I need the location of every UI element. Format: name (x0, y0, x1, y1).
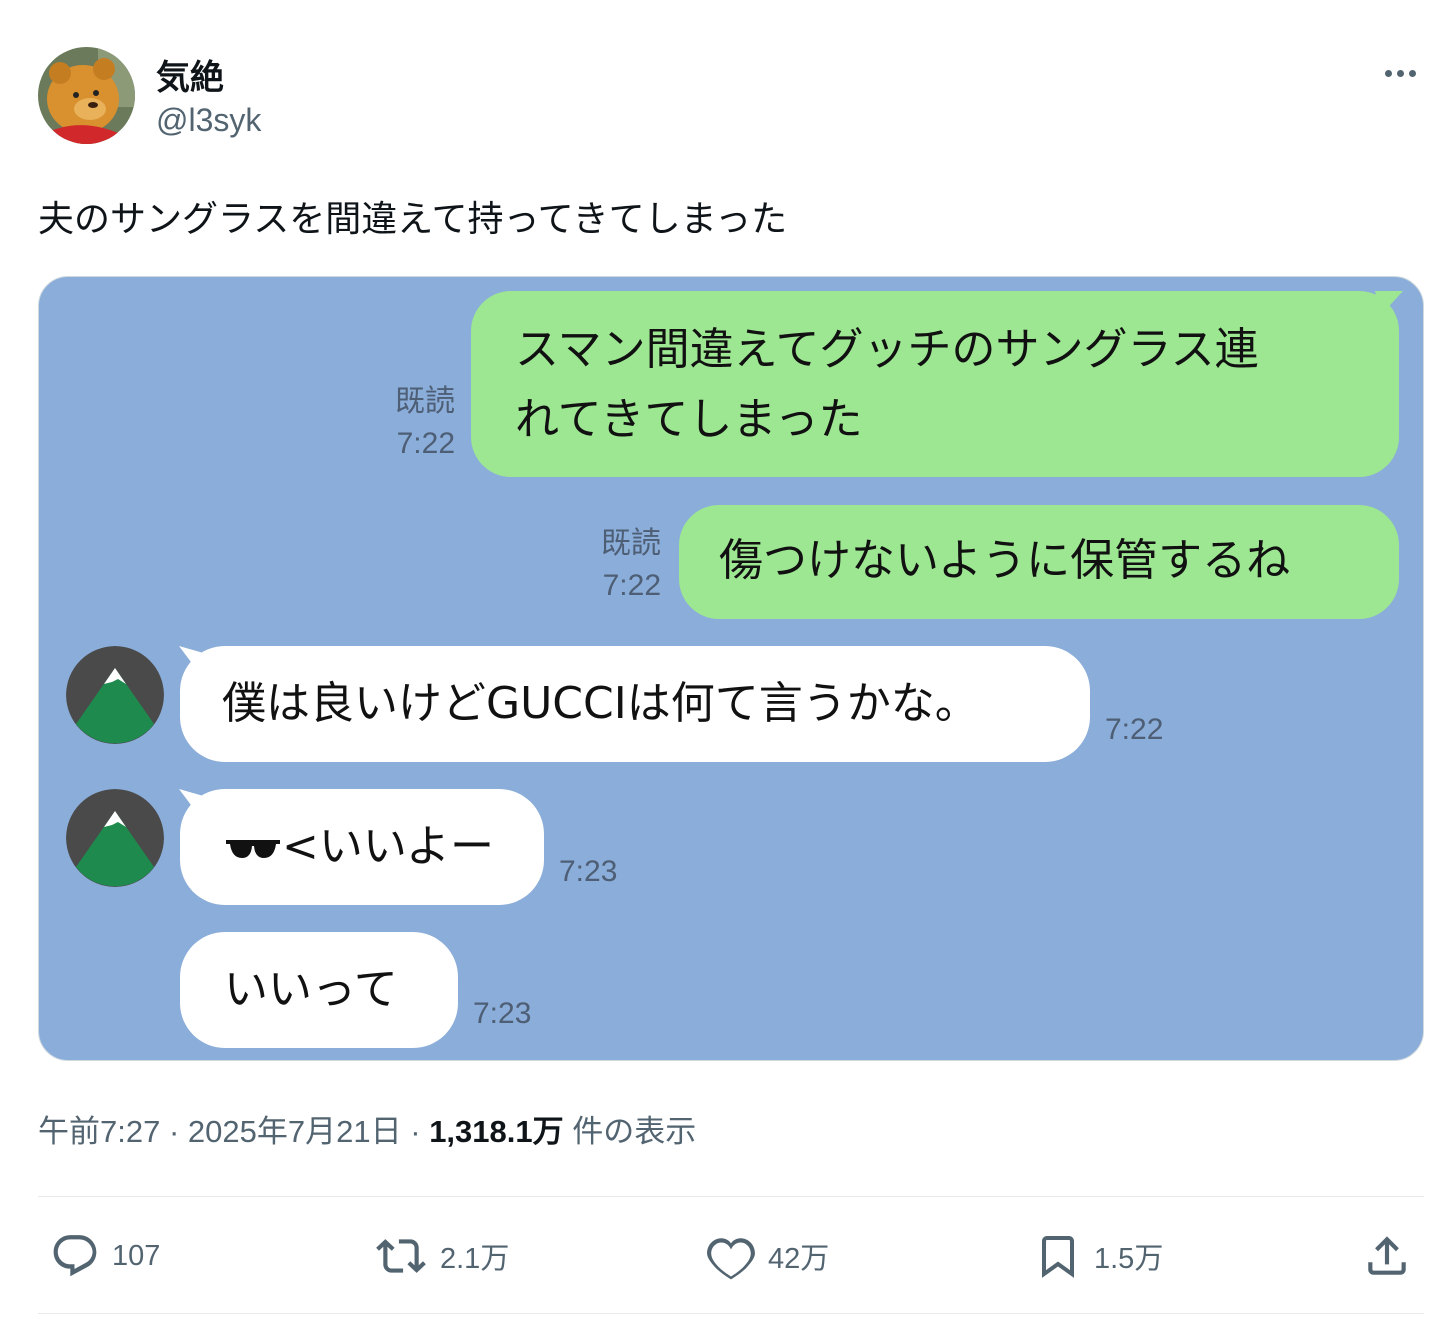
heart-icon (707, 1238, 755, 1280)
bookmark-count: 1.5万 (1094, 1243, 1164, 1275)
chat-avatar (66, 789, 164, 887)
views-count: 1,318.1万 (429, 1114, 564, 1149)
display-name[interactable]: 気絶 (156, 50, 224, 99)
share-button[interactable] (1362, 1228, 1412, 1284)
message-time: 7:23 (559, 855, 618, 888)
message-time: 7:22 (1105, 713, 1164, 746)
more-options-icon[interactable] (1380, 58, 1420, 88)
divider (38, 1313, 1424, 1314)
bookmark-icon (1042, 1236, 1074, 1278)
tweet-text: 夫のサングラスを間違えて持ってきてしまった (38, 199, 788, 240)
chat-bubble-sent: 傷つけないように保管するね (679, 505, 1399, 619)
chat-avatar (66, 646, 164, 744)
reply-icon (53, 1235, 97, 1277)
bookmark-button[interactable]: 1.5万 (1034, 1228, 1163, 1284)
read-receipt: 既読 7:22 (395, 385, 455, 460)
repost-button[interactable]: 2.1万 (374, 1228, 509, 1284)
reply-count: 107 (112, 1239, 161, 1272)
divider (38, 1196, 1424, 1197)
tweet-metadata: 午前7:27 · 2025年7月21日 · 1,318.1万 件の表示 (38, 1114, 697, 1149)
chat-bubble-received: <いいよー (180, 789, 544, 905)
tweet-image[interactable]: 既読 7:22 スマン間違えてグッチのサングラス連 れてきてしまった 既読 7:… (38, 276, 1424, 1061)
sunglasses-icon (226, 840, 280, 858)
tweet-date[interactable]: 2025年7月21日 (188, 1114, 402, 1149)
user-handle[interactable]: @l3syk (156, 102, 261, 139)
repost-icon (376, 1239, 426, 1273)
bubble-tail (1375, 291, 1403, 315)
repost-count: 2.1万 (440, 1243, 510, 1275)
read-receipt: 既読 7:22 (601, 527, 661, 602)
views-label: 件の表示 (572, 1114, 697, 1149)
reply-button[interactable]: 107 (50, 1228, 160, 1284)
user-avatar[interactable] (38, 47, 135, 144)
like-button[interactable]: 42万 (706, 1228, 829, 1284)
share-icon (1368, 1236, 1406, 1275)
tweet-time[interactable]: 午前7:27 (38, 1114, 160, 1149)
like-count: 42万 (768, 1243, 830, 1275)
message-time: 7:23 (473, 997, 532, 1030)
chat-bubble-received: いいって (180, 932, 458, 1048)
chat-bubble-sent: スマン間違えてグッチのサングラス連 れてきてしまった (471, 291, 1399, 477)
chat-bubble-received: 僕は良いけどGUCCIは何て言うかな。 (180, 646, 1090, 762)
